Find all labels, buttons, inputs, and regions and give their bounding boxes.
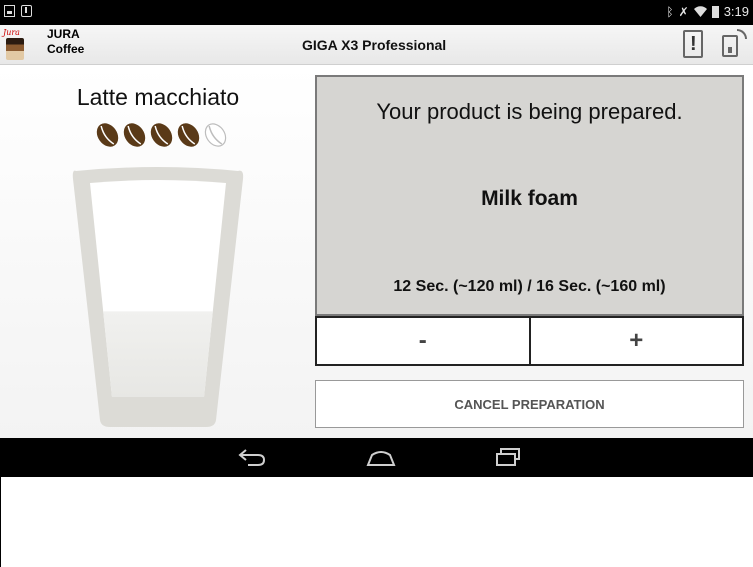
bean-filled-icon	[123, 123, 146, 147]
bean-filled-icon	[96, 123, 119, 147]
notification-icon	[4, 5, 15, 17]
bluetooth-icon: ᛒ	[666, 4, 674, 19]
recent-apps-icon[interactable]	[494, 447, 522, 467]
coffee-cup-icon	[6, 38, 24, 60]
download-icon	[21, 5, 32, 17]
bean-filled-icon	[150, 123, 173, 147]
machine-title: GIGA X3 Professional	[302, 37, 447, 53]
amount-stepper: - +	[315, 316, 744, 366]
navigation-bar	[0, 438, 753, 477]
decrease-button[interactable]: -	[315, 316, 530, 366]
bean-empty-icon	[204, 123, 227, 147]
app-logo[interactable]: Jura	[3, 28, 27, 62]
alert-button[interactable]: !	[683, 30, 703, 58]
signal-icon	[737, 29, 747, 39]
increase-button[interactable]: +	[529, 316, 744, 366]
cancel-preparation-button[interactable]: CANCEL PREPARATION	[315, 380, 744, 428]
product-name: Latte macchiato	[76, 84, 240, 110]
mute-icon: ✗	[678, 4, 689, 19]
app-name: JURA	[47, 27, 80, 41]
strength-indicator	[94, 123, 229, 147]
battery-icon	[711, 5, 719, 18]
glass-liquid	[103, 311, 213, 397]
back-icon[interactable]	[238, 446, 266, 468]
preparation-amount: 12 Sec. (~120 ml) / 16 Sec. (~160 ml)	[393, 278, 666, 295]
machine-connection-button[interactable]	[719, 29, 747, 59]
alert-icon: !	[690, 33, 697, 55]
status-time: 3:19	[723, 4, 749, 19]
preparation-status: Your product is being prepared.	[376, 99, 683, 124]
logo-brand-text: Jura	[3, 28, 20, 37]
preparation-step: Milk foam	[481, 187, 578, 210]
preparation-panel: Your product is being prepared. Milk foa…	[315, 75, 744, 316]
home-icon[interactable]	[366, 447, 396, 467]
glass-illustration	[72, 167, 244, 427]
empty-area	[0, 477, 753, 567]
bean-filled-icon	[177, 123, 200, 147]
main-content: Latte macchiato Your product is being pr…	[0, 65, 753, 438]
wifi-icon	[693, 6, 707, 17]
app-subtitle: Coffee	[47, 42, 85, 56]
status-bar: ᛒ ✗ 3:19	[0, 0, 753, 25]
coffee-machine-icon	[722, 35, 738, 57]
app-bar: Jura JURA Coffee GIGA X3 Professional !	[0, 25, 753, 65]
